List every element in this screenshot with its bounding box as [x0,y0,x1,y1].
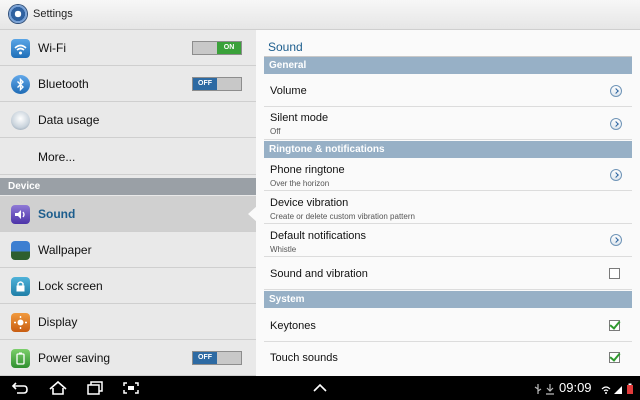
sidebar-item-label: More... [38,150,76,164]
section-header-general: General [264,57,632,74]
bluetooth-icon [11,75,30,94]
bluetooth-toggle[interactable]: OFF [192,77,242,91]
setting-touch-sounds[interactable]: Touch sounds [264,342,632,375]
setting-subtitle: Off [270,127,281,136]
setting-title: Sound and vibration [270,268,368,280]
section-header-system: System [264,291,632,308]
sidebar-item-lock-screen[interactable]: Lock screen [0,268,256,304]
touch-sounds-checkbox[interactable] [609,352,620,363]
battery-icon [626,382,634,394]
setting-title: Touch sounds [270,352,338,364]
toggle-state: OFF [193,352,217,364]
setting-subtitle: Over the horizon [270,179,330,188]
section-header-device: Device [0,178,256,195]
sound-icon [11,205,30,224]
sidebar-item-label: Display [38,315,78,329]
setting-subtitle: Create or delete custom vibration patter… [270,212,415,221]
toggle-state: ON [217,42,241,54]
sidebar-item-label: Wi-Fi [38,41,66,55]
toggle-state: OFF [193,78,217,90]
section-header-ringtone: Ringtone & notifications [264,141,632,158]
lock-icon [11,277,30,296]
setting-title: Default notifications [270,230,366,242]
wifi-toggle[interactable]: ON [192,41,242,55]
sidebar-item-label: Sound [38,207,76,221]
chevron-up-icon[interactable] [310,380,330,396]
sidebar-item-label: Bluetooth [38,77,89,91]
setting-keytones[interactable]: Keytones [264,309,632,342]
setting-default-notifications[interactable]: Default notifications Whistle [264,224,632,257]
setting-device-vibration[interactable]: Device vibration Create or delete custom… [264,191,632,224]
sidebar-item-bluetooth[interactable]: Bluetooth OFF [0,66,256,102]
setting-title: Device vibration [270,197,349,209]
keytones-checkbox[interactable] [609,320,620,331]
display-icon [11,313,30,332]
settings-gear-icon [9,5,27,23]
clock: 09:09 [559,380,592,395]
sound-and-vibration-checkbox[interactable] [609,268,620,279]
setting-title: Volume [270,85,307,97]
sidebar-item-data-usage[interactable]: Data usage [0,102,256,138]
sidebar-item-wifi[interactable]: Wi-Fi ON [0,30,256,66]
chevron-right-icon [610,85,622,97]
setting-silent-mode[interactable]: Silent mode Off [264,107,632,140]
wifi-icon [11,39,30,58]
sidebar-item-display[interactable]: Display [0,304,256,340]
settings-category-list: Wi-Fi ON Bluetooth OFF Data usage More..… [0,30,257,376]
power-saving-icon [11,349,30,368]
cellular-signal-icon [613,382,623,394]
data-usage-icon [11,111,30,130]
chevron-right-icon [610,118,622,130]
sidebar-item-more[interactable]: More... [0,138,256,175]
power-saving-toggle[interactable]: OFF [192,351,242,365]
setting-title: Silent mode [270,112,329,124]
back-icon[interactable] [10,380,30,396]
sound-settings-panel: Sound General Volume Silent mode Off Rin… [256,30,640,376]
system-navigation-bar: 09:09 [0,376,640,400]
sidebar-item-label: Data usage [38,113,100,127]
setting-title: Keytones [270,320,316,332]
setting-phone-ringtone[interactable]: Phone ringtone Over the horizon [264,159,632,191]
page-title: Sound [268,40,303,54]
screenshot-icon[interactable] [121,380,141,396]
setting-title: Phone ringtone [270,164,345,176]
app-title: Settings [33,8,73,20]
setting-volume[interactable]: Volume [264,75,632,107]
download-icon [545,382,555,395]
usb-icon [533,382,543,394]
wifi-signal-icon [601,382,611,394]
title-bar: Settings [0,0,640,30]
home-icon[interactable] [48,380,68,396]
sidebar-item-label: Wallpaper [38,243,92,257]
sidebar-item-label: Power saving [38,351,111,365]
chevron-right-icon [610,169,622,181]
setting-sound-and-vibration[interactable]: Sound and vibration [264,257,632,290]
sidebar-item-sound[interactable]: Sound [0,196,257,232]
chevron-right-icon [610,234,622,246]
sidebar-item-wallpaper[interactable]: Wallpaper [0,232,256,268]
setting-subtitle: Whistle [270,245,297,254]
sidebar-item-power-saving[interactable]: Power saving OFF [0,340,256,376]
sidebar-item-label: Lock screen [38,279,103,293]
wallpaper-icon [11,241,30,260]
recent-apps-icon[interactable] [85,380,105,396]
